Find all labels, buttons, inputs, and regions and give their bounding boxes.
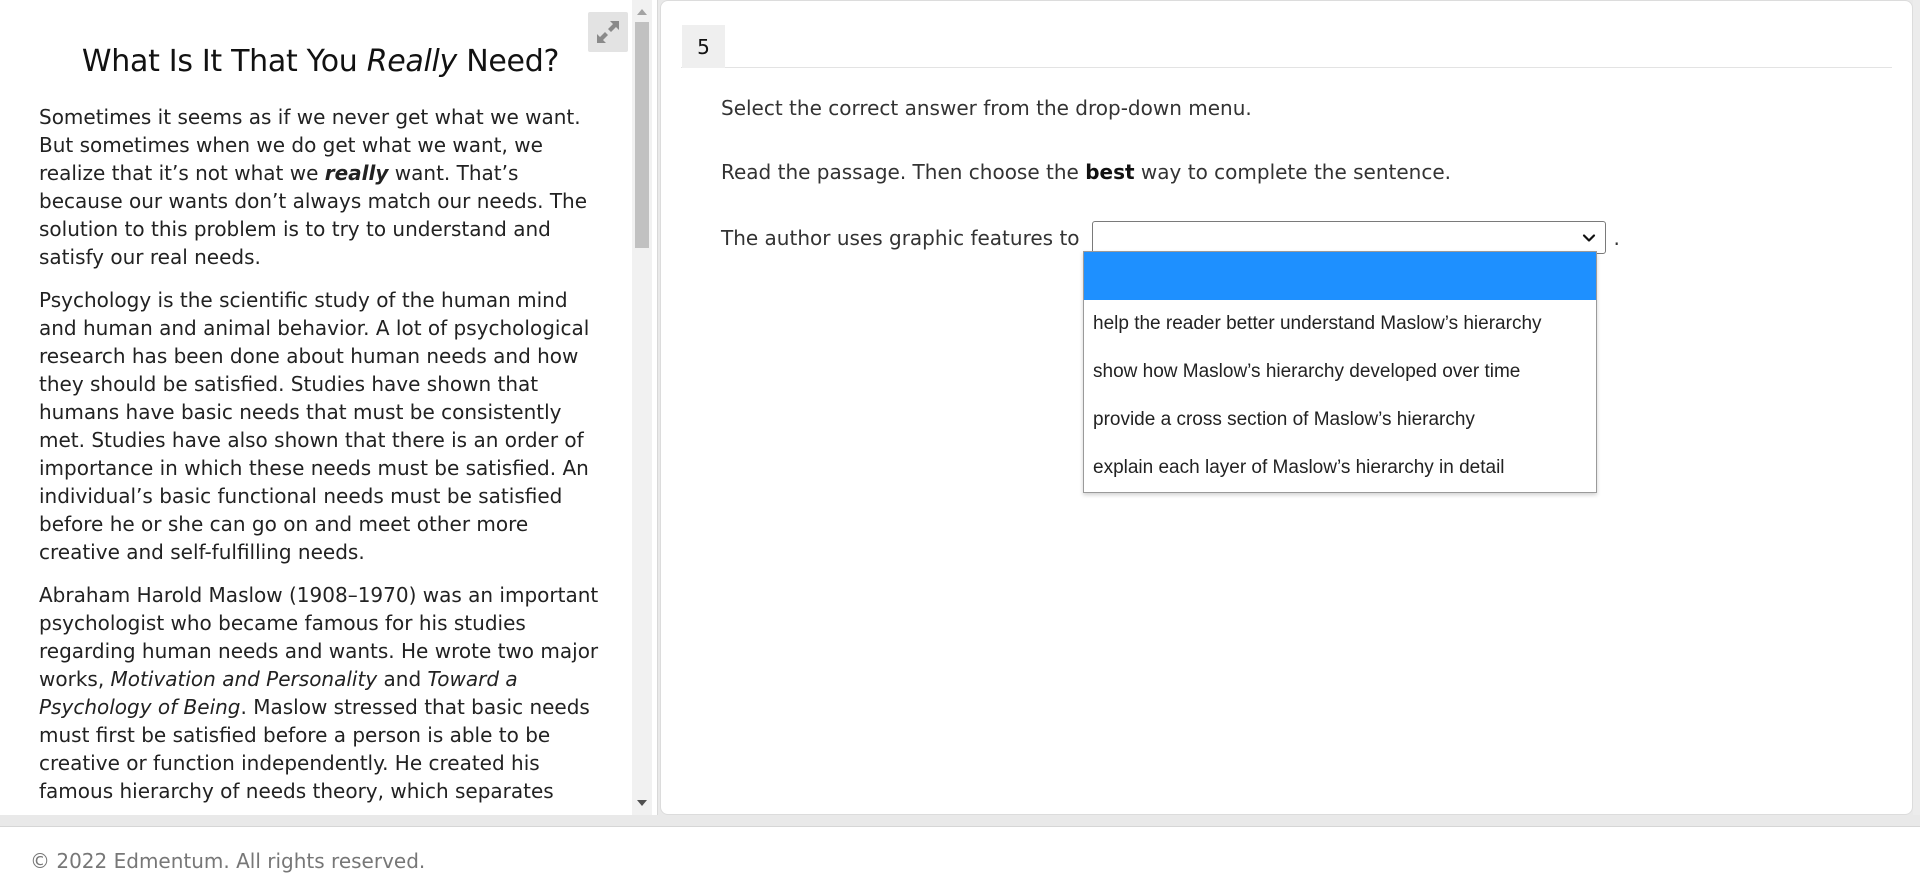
passage-paragraph-2: Psychology is the scientific study of th… [39, 288, 590, 564]
passage-paragraph-3: Abraham Harold Maslow (1908–1970) was an… [39, 583, 599, 803]
instruction-read: Read the passage. Then choose the best w… [721, 160, 1451, 184]
answer-dropdown-list: help the reader better understand Maslow… [1083, 251, 1597, 493]
passage-scrollbar[interactable] [632, 0, 652, 815]
dropdown-option[interactable]: explain each layer of Maslow’s hierarchy… [1084, 444, 1596, 492]
expand-passage-button[interactable] [588, 12, 628, 52]
chevron-down-icon [1582, 234, 1595, 242]
answer-select[interactable] [1091, 221, 1606, 254]
passage-panel: What Is It That You Really Need? Sometim… [0, 0, 658, 815]
expand-icon [597, 21, 619, 43]
scroll-up-arrow-icon[interactable] [637, 9, 647, 15]
question-number: 5 [682, 25, 725, 68]
dropdown-option[interactable]: show how Maslow’s hierarchy developed ov… [1084, 348, 1596, 396]
app: What Is It That You Really Need? Sometim… [0, 0, 1920, 890]
passage-content[interactable]: What Is It That You Really Need? Sometim… [0, 0, 632, 815]
scrollbar-thumb[interactable] [635, 22, 649, 248]
sentence-prefix: The author uses graphic features to [721, 225, 1080, 250]
sentence-row: The author uses graphic features to . [721, 221, 1872, 254]
question-body: Select the correct answer from the drop-… [721, 93, 1872, 254]
scroll-down-arrow-icon[interactable] [637, 800, 647, 806]
instruction-select: Select the correct answer from the drop-… [721, 96, 1252, 120]
window-edge [1913, 0, 1920, 815]
copyright-text: © 2022 Edmentum. All rights reserved. [30, 849, 426, 873]
dropdown-option-blank[interactable] [1084, 252, 1596, 300]
dropdown-option[interactable]: help the reader better understand Maslow… [1084, 300, 1596, 348]
footer: © 2022 Edmentum. All rights reserved. [0, 826, 1920, 890]
passage-title: What Is It That You Really Need? [81, 44, 560, 79]
dropdown-option[interactable]: provide a cross section of Maslow’s hier… [1084, 396, 1596, 444]
question-header [681, 25, 1892, 68]
sentence-suffix: . [1613, 225, 1620, 250]
passage-paragraph-1: Sometimes it seems as if we never get wh… [39, 105, 588, 269]
